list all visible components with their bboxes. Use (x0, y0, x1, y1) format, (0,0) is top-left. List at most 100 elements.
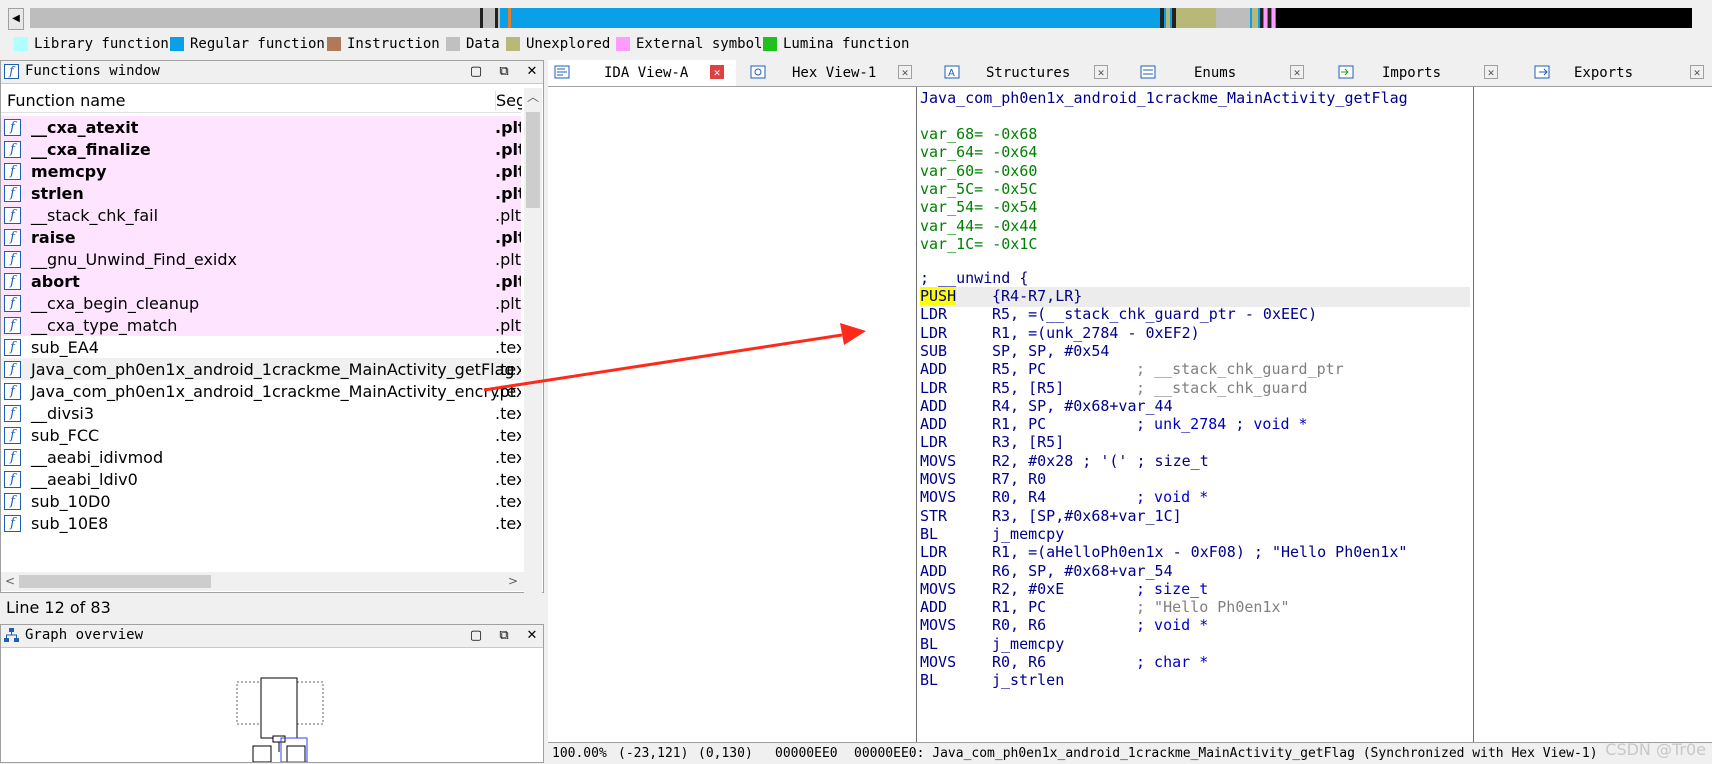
navigation-band[interactable]: ◀ (0, 0, 1712, 35)
close-icon[interactable]: ✕ (523, 627, 541, 645)
scroll-up-icon[interactable]: ︿ (524, 88, 542, 106)
mnemonic[interactable]: MOVS (920, 580, 956, 598)
navigation-bar[interactable] (30, 8, 1692, 28)
mnemonic[interactable]: ADD (920, 360, 947, 378)
instruction-line[interactable]: MOVS R0, R6 ; char * (920, 653, 1470, 673)
operands[interactable]: R0, R4 (992, 488, 1046, 506)
mnemonic[interactable]: LDR (920, 543, 947, 561)
tab-imports[interactable]: Imports ✕ (1328, 60, 1520, 86)
operands[interactable]: SP, SP, #0x54 (992, 342, 1109, 360)
mnemonic[interactable]: ADD (920, 562, 947, 580)
mnemonic[interactable]: MOVS (920, 488, 956, 506)
close-tab-icon[interactable]: ✕ (898, 65, 912, 79)
instruction-line[interactable]: MOVS R2, #0x28 ; '(' ; size_t (920, 452, 1470, 472)
operands[interactable]: R3, [SP,#0x68+var_1C] (992, 507, 1182, 525)
mnemonic[interactable]: LDR (920, 433, 947, 451)
operands[interactable]: R5, PC (992, 360, 1046, 378)
mnemonic[interactable]: PUSH (920, 287, 957, 305)
instruction-line[interactable]: MOVS R2, #0xE ; size_t (920, 580, 1470, 600)
instruction-line[interactable]: LDR R5, =(__stack_chk_guard_ptr - 0xEEC) (920, 305, 1470, 325)
function-row[interactable]: f sub_10D0 .text (1, 490, 521, 512)
close-tab-icon[interactable]: ✕ (710, 65, 724, 79)
mnemonic[interactable]: BL (920, 525, 938, 543)
operands[interactable]: R3, [R5] (992, 433, 1064, 451)
instruction-line[interactable]: SUB SP, SP, #0x54 (920, 342, 1470, 362)
function-row[interactable]: f Java_com_ph0en1x_android_1crackme_MainA… (1, 358, 521, 380)
operands[interactable]: R5, [R5] (992, 379, 1064, 397)
mnemonic[interactable]: MOVS (920, 616, 956, 634)
function-row[interactable]: fabort .plt (1, 270, 521, 292)
function-row[interactable]: f sub_EA4 .text (1, 336, 521, 358)
instruction-line[interactable]: PUSH {R4-R7,LR} (920, 287, 1470, 307)
function-row[interactable]: f sub_10E8 .text (1, 512, 521, 534)
close-tab-icon[interactable]: ✕ (1290, 65, 1304, 79)
scrollbar-thumb[interactable] (526, 112, 540, 208)
operands[interactable]: R4, SP, #0x68+var_44 (992, 397, 1173, 415)
minimize-icon[interactable]: ▢ (467, 627, 485, 645)
scrollbar-thumb[interactable] (19, 575, 211, 588)
operands[interactable]: R0, R6 (992, 653, 1046, 671)
mnemonic[interactable]: MOVS (920, 653, 956, 671)
instruction-line[interactable]: STR R3, [SP,#0x68+var_1C] (920, 507, 1470, 527)
close-icon[interactable]: ✕ (523, 63, 541, 81)
instruction-line[interactable]: LDR R5, [R5] ; __stack_chk_guard (920, 379, 1470, 399)
function-row[interactable]: f __gnu_Unwind_Find_exidx .plt (1, 248, 521, 270)
instruction-line[interactable]: ADD R4, SP, #0x68+var_44 (920, 397, 1470, 417)
mnemonic[interactable]: MOVS (920, 470, 956, 488)
instruction-line[interactable]: LDR R1, =(aHelloPh0en1x - 0xF08) ; "Hello… (920, 543, 1470, 563)
mnemonic[interactable]: LDR (920, 305, 947, 323)
instruction-line[interactable]: ADD R1, PC ; "Hello Ph0en1x" (920, 598, 1470, 618)
mnemonic[interactable]: ADD (920, 415, 947, 433)
restore-icon[interactable]: ⧉ (495, 63, 513, 81)
column-function-name[interactable]: Function name (7, 91, 126, 110)
operands[interactable]: j_strlen (992, 671, 1064, 689)
operands[interactable]: j_memcpy (992, 525, 1064, 543)
function-row[interactable]: fraise .plt (1, 226, 521, 248)
functions-horizontal-scrollbar[interactable]: < > (1, 572, 524, 591)
operands[interactable]: {R4-R7,LR} (992, 287, 1082, 305)
close-tab-icon[interactable]: ✕ (1094, 65, 1108, 79)
scroll-left-icon[interactable]: < (1, 572, 19, 591)
operands[interactable]: R2, #0xE (992, 580, 1064, 598)
function-row[interactable]: f __cxa_type_match .plt (1, 314, 521, 336)
function-row[interactable]: fmemcpy .plt (1, 160, 521, 182)
function-row[interactable]: f __aeabi_ldiv0 .text (1, 468, 521, 490)
function-row[interactable]: f __aeabi_idivmod .text (1, 446, 521, 468)
operands[interactable]: j_memcpy (992, 635, 1064, 653)
instruction-line[interactable]: BL j_strlen (920, 671, 1470, 691)
operands[interactable]: R0, R6 (992, 616, 1046, 634)
scroll-right-icon[interactable]: > (504, 572, 522, 591)
mnemonic[interactable]: BL (920, 671, 938, 689)
function-row[interactable]: fstrlen .plt (1, 182, 521, 204)
tab-exports[interactable]: Exports ✕ (1524, 60, 1712, 86)
operands[interactable]: R1, =(unk_2784 - 0xEF2) (992, 324, 1200, 342)
operands[interactable]: R5, =(__stack_chk_guard_ptr - 0xEEC) (992, 305, 1317, 323)
instruction-line[interactable]: LDR R1, =(unk_2784 - 0xEF2) (920, 324, 1470, 344)
mnemonic[interactable]: LDR (920, 324, 947, 342)
operands[interactable]: R7, R0 (992, 470, 1046, 488)
instruction-line[interactable]: ADD R6, SP, #0x68+var_54 (920, 562, 1470, 582)
stack-variable[interactable]: var_64= -0x64 (920, 143, 1470, 163)
operands[interactable]: R1, =(aHelloPh0en1x - 0xF08) ; "Hello Ph… (992, 543, 1407, 561)
instruction-line[interactable]: BL j_memcpy (920, 635, 1470, 655)
stack-variable[interactable]: var_1C= -0x1C (920, 235, 1470, 255)
mnemonic[interactable]: ADD (920, 598, 947, 616)
function-row[interactable]: f __divsi3 .text (1, 402, 521, 424)
instruction-line[interactable]: MOVS R0, R4 ; void * (920, 488, 1470, 508)
instruction-line[interactable]: MOVS R0, R6 ; void * (920, 616, 1470, 636)
operands[interactable]: R1, PC (992, 598, 1046, 616)
stack-variable[interactable]: var_60= -0x60 (920, 162, 1470, 182)
restore-icon[interactable]: ⧉ (495, 627, 513, 645)
function-row[interactable]: f __cxa_atexit .plt (1, 116, 521, 138)
operands[interactable]: R1, PC (992, 415, 1046, 433)
tab-structures[interactable]: A Structures ✕ (936, 60, 1128, 86)
mnemonic[interactable]: LDR (920, 379, 947, 397)
mnemonic[interactable]: STR (920, 507, 947, 525)
function-row[interactable]: f __cxa_begin_cleanup .plt (1, 292, 521, 314)
function-row[interactable]: f __cxa_finalize .plt (1, 138, 521, 160)
stack-variable[interactable]: var_68= -0x68 (920, 125, 1470, 145)
minimize-icon[interactable]: ▢ (467, 63, 485, 81)
instruction-line[interactable]: MOVS R7, R0 (920, 470, 1470, 490)
function-row[interactable]: f Java_com_ph0en1x_android_1crackme_MainA… (1, 380, 521, 402)
mnemonic[interactable]: MOVS (920, 452, 956, 470)
